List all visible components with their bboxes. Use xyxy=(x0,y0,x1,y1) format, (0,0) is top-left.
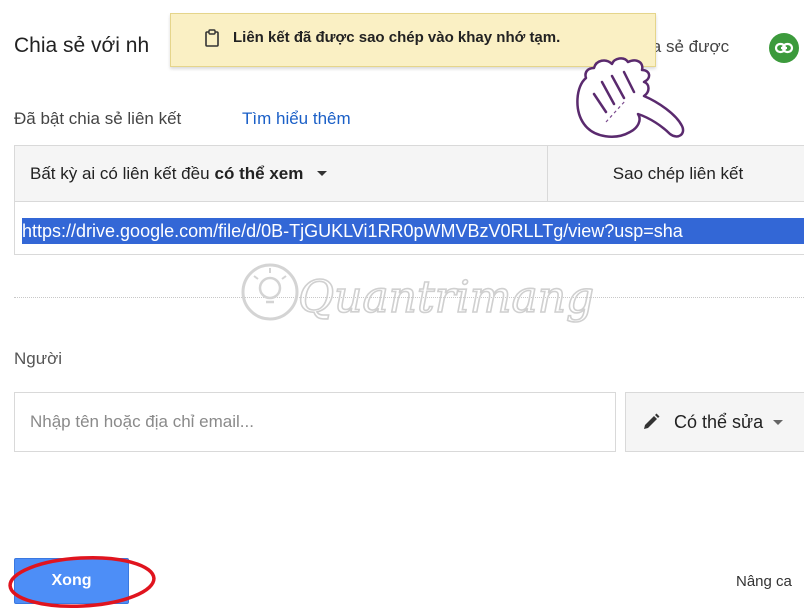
people-email-input[interactable] xyxy=(14,392,616,452)
caret-down-icon xyxy=(773,419,784,425)
pencil-icon xyxy=(644,413,660,429)
link-sharing-badge[interactable] xyxy=(769,33,799,63)
link-permission-prefix: Bất kỳ ai có liên kết đều xyxy=(30,163,210,183)
people-label: Người xyxy=(14,349,63,368)
learn-more-link[interactable]: Tìm hiểu thêm xyxy=(242,109,351,129)
share-url-field[interactable]: https://drive.google.com/file/d/0B-TjGUK… xyxy=(22,218,804,244)
link-sharing-status: Đã bật chia sẻ liên kết xyxy=(14,109,182,128)
people-permission-dropdown[interactable]: Có thể sửa xyxy=(625,392,804,452)
highlight-ellipse xyxy=(8,555,156,609)
watermark-text: Quantrimang xyxy=(298,272,594,323)
link-permission-dropdown[interactable]: Bất kỳ ai có liên kết đều có thể xem xyxy=(15,146,548,202)
watermark-logo: Quantrimang xyxy=(241,263,595,324)
dialog-title: Chia sẻ với nh xyxy=(14,34,150,57)
link-permission-value: có thể xem xyxy=(214,163,304,183)
toast-message: Liên kết đã được sao chép vào khay nhớ t… xyxy=(233,28,561,46)
pointing-hand-icon xyxy=(576,57,685,138)
advanced-settings-link[interactable]: Nâng ca xyxy=(736,573,792,590)
clipboard-icon xyxy=(205,29,219,47)
link-icon xyxy=(774,42,794,54)
people-permission-label: Có thể sửa xyxy=(674,411,764,432)
caret-down-icon xyxy=(317,171,328,176)
copy-link-button[interactable]: Sao chép liên kết xyxy=(548,146,804,202)
